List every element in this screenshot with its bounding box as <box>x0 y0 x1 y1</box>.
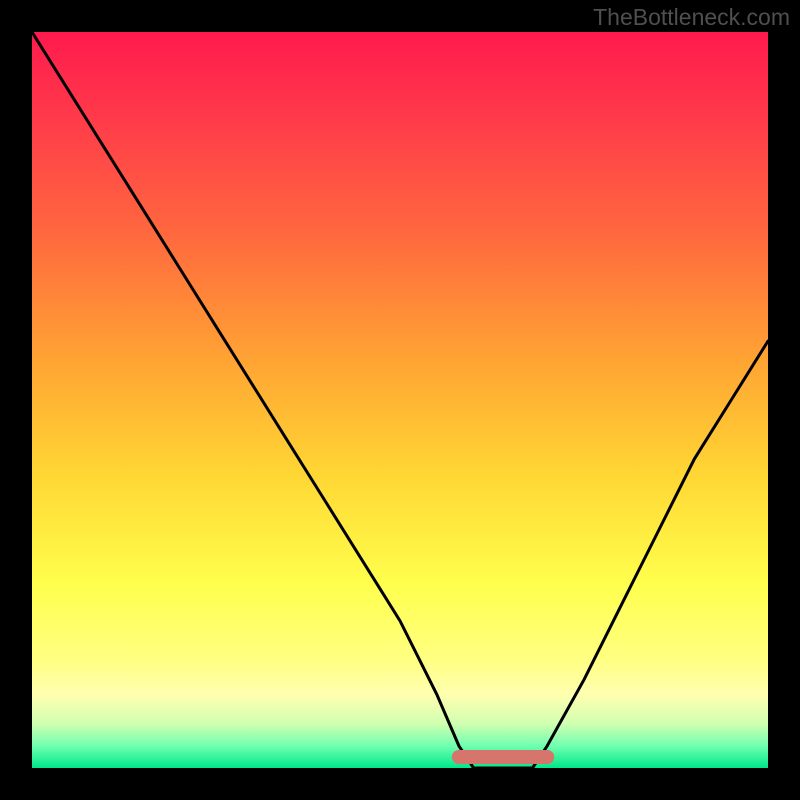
bottleneck-curve-path <box>32 32 768 768</box>
chart-frame: TheBottleneck.com <box>0 0 800 800</box>
watermark-text: TheBottleneck.com <box>593 4 790 31</box>
plot-area <box>32 32 768 768</box>
curve-layer <box>32 32 768 768</box>
